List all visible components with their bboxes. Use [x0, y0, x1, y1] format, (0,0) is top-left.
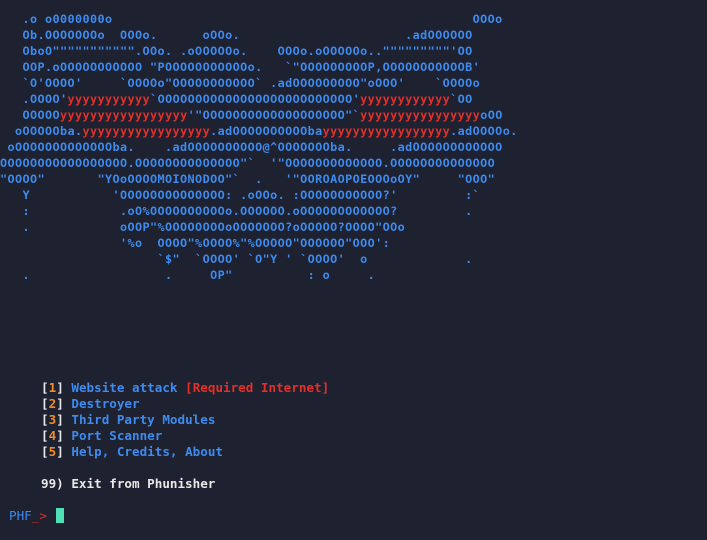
bracket-close: ]: [56, 396, 72, 411]
prompt-text: PHF: [9, 508, 32, 523]
banner-segment: OOOOO: [0, 108, 61, 122]
banner-segment: oOOOOOOOOOOOOOba. .adOOOOOOOOOO@^OOOOOOO…: [0, 140, 503, 154]
bracket-open: [: [41, 396, 49, 411]
banner-segment-red: yyyyyyyyyyyyyyyyy: [82, 124, 211, 138]
banner-segment: : .oO%OOOOOOOOOOo.OOOOOO.oOOOOOOOOOOOO? …: [0, 204, 473, 218]
banner-segment: oOOOOOba.: [0, 124, 83, 138]
banner-line: OboO""""""""""".OOo. .oOOOOOo. OOOo.oOOO…: [0, 44, 473, 58]
banner-segment: OOOOOOOOOOOOOOOOO.OOOOOOOOOOOOOO"` '"OOO…: [0, 156, 496, 170]
bracket-open: [: [41, 444, 49, 459]
text-cursor: [56, 508, 64, 523]
banner-line: "OOOO" "YOoOOOOMOIONODOO"` . '"OOROAOPOE…: [0, 172, 495, 186]
menu-item[interactable]: [3] Third Party Modules: [41, 412, 329, 428]
menu-item[interactable]: [1] Website attack [Required Internet]: [41, 380, 329, 396]
banner-segment: OboO""""""""""".OOo. .oOOOOOo. OOOo.oOOO…: [0, 44, 473, 58]
banner-segment: oOO: [480, 108, 503, 122]
banner-segment: OOP.oOOOOOOOOOOO "POOOOOOOOOOOo. `"OOOOO…: [0, 60, 481, 74]
banner-line: OOOOOOOOOOOOOOOOO.OOOOOOOOOOOOOO"` '"OOO…: [0, 156, 495, 170]
bracket-open: [: [41, 428, 49, 443]
banner-segment-red: yyyyyyyyyyyy: [360, 92, 451, 106]
banner-segment-red: yyyyyyyyyyyyyyyy: [360, 108, 481, 122]
menu-item-note: [Required Internet]: [185, 380, 330, 395]
banner-line: Y 'OOOOOOOOOOOOOO: .oOOo. :OOOOOOOOOOO?'…: [0, 188, 480, 202]
banner-line: . . OP" : o .: [0, 268, 375, 282]
banner-segment: `O'OOOO' `OOOOo"OOOOOOOOOOO` .adOOOOOOOO…: [0, 76, 481, 90]
terminal-window[interactable]: .o o0000000o OOOo Ob.OOOOOOOo OOOo. oOOo…: [0, 0, 707, 540]
banner-line: : .oO%OOOOOOOOOOo.OOOOOO.oOOOOOOOOOOOO? …: [0, 204, 473, 218]
bracket-open: [: [41, 412, 49, 427]
banner-segment: . . OP" : o .: [0, 268, 376, 282]
banner-segment: Y 'OOOOOOOOOOOOOO: .oOOo. :OOOOOOOOOOO?'…: [0, 188, 481, 202]
bracket-close: ]: [56, 380, 72, 395]
banner-segment-red: yyyyyyyyyyyyyyyyy: [60, 108, 188, 122]
banner-line: .o o0000000o OOOo: [0, 12, 503, 26]
ascii-banner: .o o0000000o OOOo Ob.OOOOOOOo OOOo. oOOo…: [0, 11, 518, 283]
banner-segment: . oOOP"%OOOOOOOOoOOOOOOO?oOOOOO?OOOO"OOo: [0, 220, 406, 234]
menu-item-label: Help, Credits, About: [71, 444, 224, 459]
banner-segment: .adOOOOOOOOOOba: [210, 124, 323, 138]
banner-line: OOOOOyyyyyyyyyyyyyyyyy'"OOOOOOOOOOOOOOOO…: [0, 108, 503, 122]
prompt-arrow: _>: [31, 508, 47, 523]
menu-item-label: Destroyer: [71, 396, 140, 411]
banner-segment-red: yyyyyyyyyyy: [67, 92, 151, 106]
banner-segment: `OOOOOOOOOOOOOOOOOOOOOOOOOO': [150, 92, 361, 106]
banner-line: `O'OOOO' `OOOOo"OOOOOOOOOOO` .adOOOOOOOO…: [0, 76, 480, 90]
banner-segment: .OOOO': [0, 92, 68, 106]
command-prompt[interactable]: PHF_>: [9, 508, 47, 524]
menu-item[interactable]: [5] Help, Credits, About: [41, 444, 329, 460]
banner-segment: .adOOOOo.: [450, 124, 518, 138]
bracket-close: ]: [56, 412, 72, 427]
exit-option: 99) Exit from Phunisher: [41, 476, 216, 491]
menu-item[interactable]: [4] Port Scanner: [41, 428, 329, 444]
banner-line: .OOOO'yyyyyyyyyyy`OOOOOOOOOOOOOOOOOOOOOO…: [0, 92, 473, 106]
banner-segment-red: yyyyyyyyyyyyyyyyy: [322, 124, 451, 138]
banner-line: `$" `OOOO' `O"Y ' `OOOO' o .: [0, 252, 473, 266]
banner-line: oOOOOOba.yyyyyyyyyyyyyyyyy.adOOOOOOOOOOb…: [0, 124, 518, 138]
banner-line: Ob.OOOOOOOo OOOo. oOOo. .adOOOOOO: [0, 28, 473, 42]
bracket-open: [: [41, 380, 49, 395]
menu-item-label: Website attack: [71, 380, 178, 395]
banner-segment: .o o0000000o OOOo: [0, 12, 503, 26]
menu-item-label: Port Scanner: [71, 428, 163, 443]
banner-segment: `OO: [450, 92, 473, 106]
banner-line: oOOOOOOOOOOOOOba. .adOOOOOOOOOO@^OOOOOOO…: [0, 140, 503, 154]
menu-item[interactable]: [2] Destroyer: [41, 396, 329, 412]
banner-segment: '%o OOOO"%OOOO%"%OOOOO"OOOOOO"OOO':: [0, 236, 391, 250]
bracket-close: ]: [56, 444, 72, 459]
banner-segment: "OOOO" "YOoOOOOMOIONODOO"` . '"OOROAOPOE…: [0, 172, 496, 186]
bracket-close: ]: [56, 428, 72, 443]
main-menu: [1] Website attack [Required Internet] [2…: [41, 380, 329, 460]
banner-line: '%o OOOO"%OOOO%"%OOOOO"OOOOOO"OOO':: [0, 236, 390, 250]
banner-line: . oOOP"%OOOOOOOOoOOOOOOO?oOOOOO?OOOO"OOo: [0, 220, 405, 234]
menu-item-label: Third Party Modules: [71, 412, 216, 427]
banner-segment: '"OOOOOOOOOOOOOOOOOOO"`: [187, 108, 361, 122]
banner-segment: Ob.OOOOOOOo OOOo. oOOo. .adOOOOOO: [0, 28, 473, 42]
banner-segment: `$" `OOOO' `O"Y ' `OOOO' o .: [0, 252, 473, 266]
banner-line: OOP.oOOOOOOOOOOO "POOOOOOOOOOOo. `"OOOOO…: [0, 60, 480, 74]
